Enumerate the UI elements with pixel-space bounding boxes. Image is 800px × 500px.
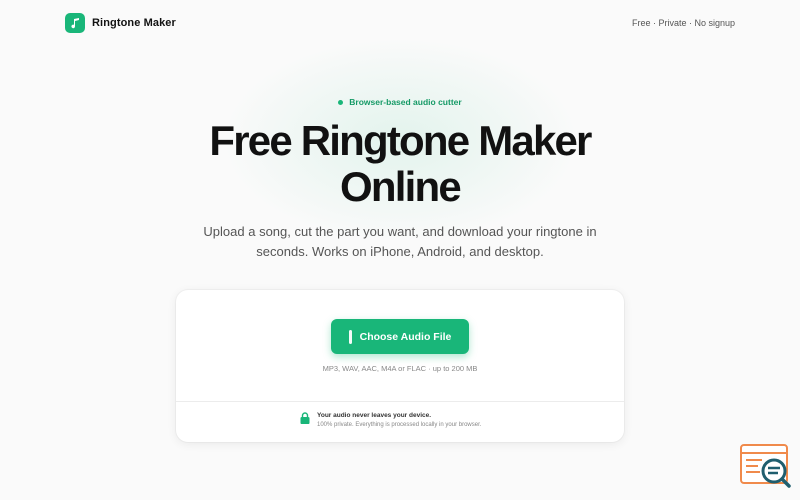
hero-subtitle: Upload a song, cut the part you want, an… [180,222,620,262]
hero-subtitle-line1: Upload a song, cut the part you want, an… [203,224,597,239]
hero-badge: Browser-based audio cutter [0,97,800,107]
page: Ringtone Maker Free · Private · No signu… [0,0,800,500]
supported-formats: MP3, WAV, AAC, M4A or FLAC · up to 200 M… [322,364,478,373]
search-document-icon [740,444,791,488]
music-note-icon [65,13,85,33]
brand-link[interactable]: Ringtone Maker [65,13,176,33]
choose-audio-file-button[interactable]: Choose Audio File [331,319,469,354]
lock-icon [300,412,310,424]
page-title: Free Ringtone Maker Online [0,118,800,210]
hero-badge-label: Browser-based audio cutter [349,97,462,107]
choose-audio-file-label: Choose Audio File [359,330,452,343]
hero-subtitle-line2: seconds. Works on iPhone, Android, and d… [256,244,544,259]
feedback-widget[interactable] [740,444,792,490]
audio-bar-icon [348,329,352,344]
privacy-title: Your audio never leaves your device. [317,412,432,419]
privacy-note: Your audio never leaves your device. 100… [300,411,481,430]
page-title-line2: Online [340,163,462,210]
upload-card: Choose Audio File MP3, WAV, AAC, M4A or … [176,290,624,442]
site-header: Ringtone Maker Free · Private · No signu… [0,0,800,48]
page-title-line1: Free Ringtone Maker [209,117,592,164]
brand-name: Ringtone Maker [92,17,176,29]
card-divider [176,401,624,402]
badge-dot-icon [338,99,344,105]
privacy-description: 100% private. Everything is processed lo… [317,422,482,428]
header-tagline: Free · Private · No signup [631,18,735,28]
